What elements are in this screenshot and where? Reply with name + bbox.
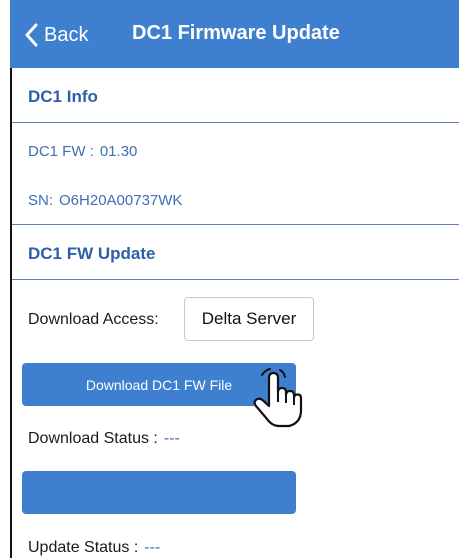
- page-title: DC1 Firmware Update: [132, 22, 340, 44]
- download-status-label: Download Status :: [28, 430, 158, 447]
- download-access-select[interactable]: Delta Server: [184, 297, 314, 341]
- nav-bar: Back DC1 Firmware Update: [10, 0, 459, 68]
- divider: [12, 122, 459, 123]
- divider: [12, 279, 459, 280]
- serial-number-value: O6H20A00737WK: [59, 192, 183, 209]
- update-status-label: Update Status :: [28, 539, 139, 556]
- firmware-update-screen: Back DC1 Firmware Update DC1 Info DC1 FW…: [0, 0, 459, 558]
- update-fw-button[interactable]: [22, 471, 296, 514]
- tap-hand-icon: [249, 368, 305, 435]
- fw-version-label: DC1 FW :: [28, 143, 94, 160]
- serial-number-label: SN:: [28, 192, 54, 209]
- left-border: [10, 68, 12, 558]
- fw-version-row: DC1 FW : 01.30: [28, 143, 137, 160]
- divider: [12, 224, 459, 225]
- chevron-left-icon: [24, 23, 38, 47]
- section-header-dc1-info: DC1 Info: [28, 87, 98, 106]
- update-status-value: ---: [144, 539, 161, 556]
- back-label: Back: [44, 23, 89, 46]
- section-header-fw-update: DC1 FW Update: [28, 244, 156, 263]
- serial-number-row: SN: O6H20A00737WK: [28, 192, 182, 209]
- update-status-row: Update Status : ---: [28, 539, 160, 557]
- download-access-label: Download Access:: [28, 311, 159, 328]
- back-button[interactable]: Back: [24, 20, 88, 50]
- fw-version-value: 01.30: [99, 143, 138, 160]
- download-status-value: ---: [163, 430, 180, 447]
- download-status-row: Download Status : ---: [28, 430, 180, 448]
